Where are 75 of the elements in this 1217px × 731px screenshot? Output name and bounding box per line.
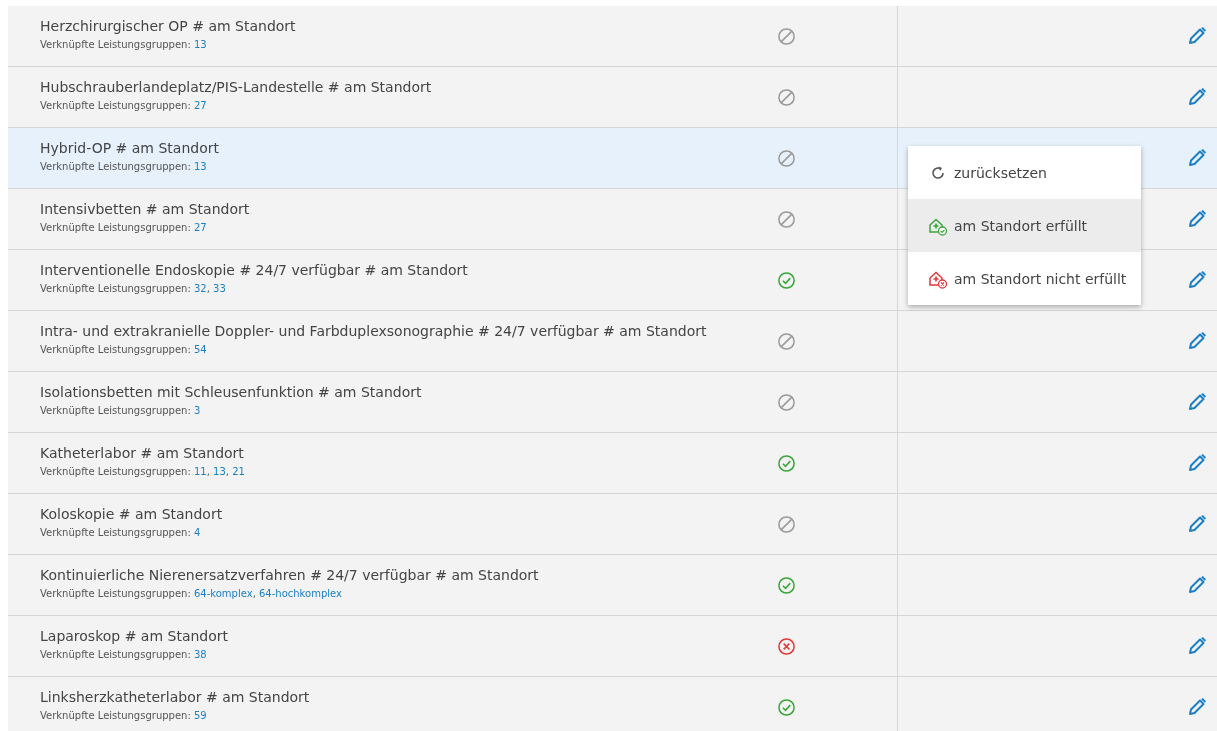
group-link[interactable]: 38 xyxy=(193,649,207,660)
x-circle-icon xyxy=(776,636,796,656)
linked-groups-text: Verknüpfte Leistungsgruppen: 11, 13, 21 xyxy=(40,466,246,478)
table-row[interactable]: Intra- und extrakranielle Doppler- und Farbduplexsonographie # 24/7 verfügbar # am Standort Verknüpfte Leistungsgruppen: 54 xyxy=(8,311,1217,372)
table-row[interactable]: Kontinuierliche Nierenersatzverfahren # 24/7 verfügbar # am Standort Verknüpfte Leistungsgruppen: 64-komplex, 64-hochkomplex xyxy=(8,555,1217,616)
requirement-title: Isolationsbetten mit Schleusenfunktion # am Standort xyxy=(40,383,423,401)
linked-groups-text: Verknüpfte Leistungsgruppen: 32, 33 xyxy=(40,283,227,295)
requirement-title: Intra- und extrakranielle Doppler- und Farbduplexsonographie # 24/7 verfügbar # am Standort xyxy=(40,322,705,340)
group-link[interactable]: 32 xyxy=(193,283,207,294)
edit-icon[interactable] xyxy=(1187,87,1207,107)
check-circle-icon xyxy=(776,575,796,595)
group-link[interactable]: 64-hochkomplex xyxy=(259,588,342,599)
table-row[interactable]: Koloskopie # am Standort Verknüpfte Leistungsgruppen: 4 xyxy=(8,494,1217,555)
edit-icon[interactable] xyxy=(1187,331,1207,351)
menu-item[interactable]: am Standort erfüllt xyxy=(908,199,1141,252)
requirement-title: Kontinuierliche Nierenersatzverfahren # 24/7 verfügbar # am Standort xyxy=(40,566,540,584)
not-applicable-icon xyxy=(776,148,796,168)
edit-icon[interactable] xyxy=(1187,636,1207,656)
requirement-title: Hubschrauberlandeplatz/PIS-Landestelle # am Standort xyxy=(40,78,433,96)
requirement-title: Laparoskop # am Standort xyxy=(40,627,230,645)
edit-icon[interactable] xyxy=(1187,697,1207,717)
not-applicable-icon xyxy=(776,514,796,534)
linked-groups-text: Verknüpfte Leistungsgruppen: 3 xyxy=(40,405,202,417)
requirement-title: Herzchirurgischer OP # am Standort xyxy=(40,17,297,35)
linked-groups-text: Verknüpfte Leistungsgruppen: 27 xyxy=(40,100,208,112)
edit-icon[interactable] xyxy=(1187,26,1207,46)
requirement-title: Hybrid-OP # am Standort xyxy=(40,139,220,157)
linked-groups-text: Verknüpfte Leistungsgruppen: 64-komplex, 64-hochkomplex xyxy=(40,588,343,600)
group-link[interactable]: 59 xyxy=(193,710,207,721)
group-link[interactable]: 3 xyxy=(193,405,201,416)
table-row[interactable]: Isolationsbetten mit Schleusenfunktion # am Standort Verknüpfte Leistungsgruppen: 3 xyxy=(8,372,1217,433)
linked-groups-text: Verknüpfte Leistungsgruppen: 54 xyxy=(40,344,208,356)
table-row[interactable]: Laparoskop # am Standort Verknüpfte Leistungsgruppen: 38 xyxy=(8,616,1217,677)
check-circle-icon xyxy=(776,697,796,717)
table-row[interactable]: Linksherzkatheterlabor # am Standort Verknüpfte Leistungsgruppen: 59 xyxy=(8,677,1217,731)
group-link[interactable]: 13 xyxy=(193,161,207,172)
edit-icon[interactable] xyxy=(1187,148,1207,168)
requirement-title: Interventionelle Endoskopie # 24/7 verfügbar # am Standort xyxy=(40,261,469,279)
not-applicable-icon xyxy=(776,26,796,46)
requirement-title: Linksherzkatheterlabor # am Standort xyxy=(40,688,311,706)
group-link[interactable]: 54 xyxy=(193,344,207,355)
linked-groups-text: Verknüpfte Leistungsgruppen: 13 xyxy=(40,39,208,51)
group-link[interactable]: 11 xyxy=(193,466,207,477)
edit-icon[interactable] xyxy=(1187,209,1207,229)
requirement-title: Koloskopie # am Standort xyxy=(40,505,224,523)
edit-icon[interactable] xyxy=(1187,270,1207,290)
check-circle-icon xyxy=(776,453,796,473)
not-applicable-icon xyxy=(776,331,796,351)
not-applicable-icon xyxy=(776,392,796,412)
linked-groups-text: Verknüpfte Leistungsgruppen: 59 xyxy=(40,710,208,722)
edit-icon[interactable] xyxy=(1187,514,1207,534)
group-link[interactable]: 64-komplex xyxy=(193,588,253,599)
edit-icon[interactable] xyxy=(1187,575,1207,595)
group-link[interactable]: 21 xyxy=(232,466,245,477)
menu-item[interactable]: am Standort nicht erfüllt xyxy=(908,252,1141,305)
requirement-title: Katheterlabor # am Standort xyxy=(40,444,245,462)
group-link[interactable]: 27 xyxy=(193,222,207,233)
linked-groups-text: Verknüpfte Leistungsgruppen: 38 xyxy=(40,649,208,661)
group-link[interactable]: 4 xyxy=(193,527,201,538)
not-applicable-icon xyxy=(776,209,796,229)
edit-icon[interactable] xyxy=(1187,392,1207,412)
group-link[interactable]: 13 xyxy=(193,39,207,50)
group-link[interactable]: 27 xyxy=(193,100,207,111)
table-row[interactable]: Herzchirurgischer OP # am Standort Verknüpfte Leistungsgruppen: 13 xyxy=(8,6,1217,67)
table-row[interactable]: Katheterlabor # am Standort Verknüpfte Leistungsgruppen: 11, 13, 21 xyxy=(8,433,1217,494)
table-row[interactable]: Hubschrauberlandeplatz/PIS-Landestelle # am Standort Verknüpfte Leistungsgruppen: 27 xyxy=(8,67,1217,128)
linked-groups-text: Verknüpfte Leistungsgruppen: 27 xyxy=(40,222,208,234)
linked-groups-text: Verknüpfte Leistungsgruppen: 4 xyxy=(40,527,202,539)
not-applicable-icon xyxy=(776,87,796,107)
group-link[interactable]: 13 xyxy=(213,466,226,477)
edit-icon[interactable] xyxy=(1187,453,1207,473)
linked-groups-text: Verknüpfte Leistungsgruppen: 13 xyxy=(40,161,208,173)
group-link[interactable]: 33 xyxy=(213,283,226,294)
requirement-title: Intensivbetten # am Standort xyxy=(40,200,251,218)
check-circle-icon xyxy=(776,270,796,290)
